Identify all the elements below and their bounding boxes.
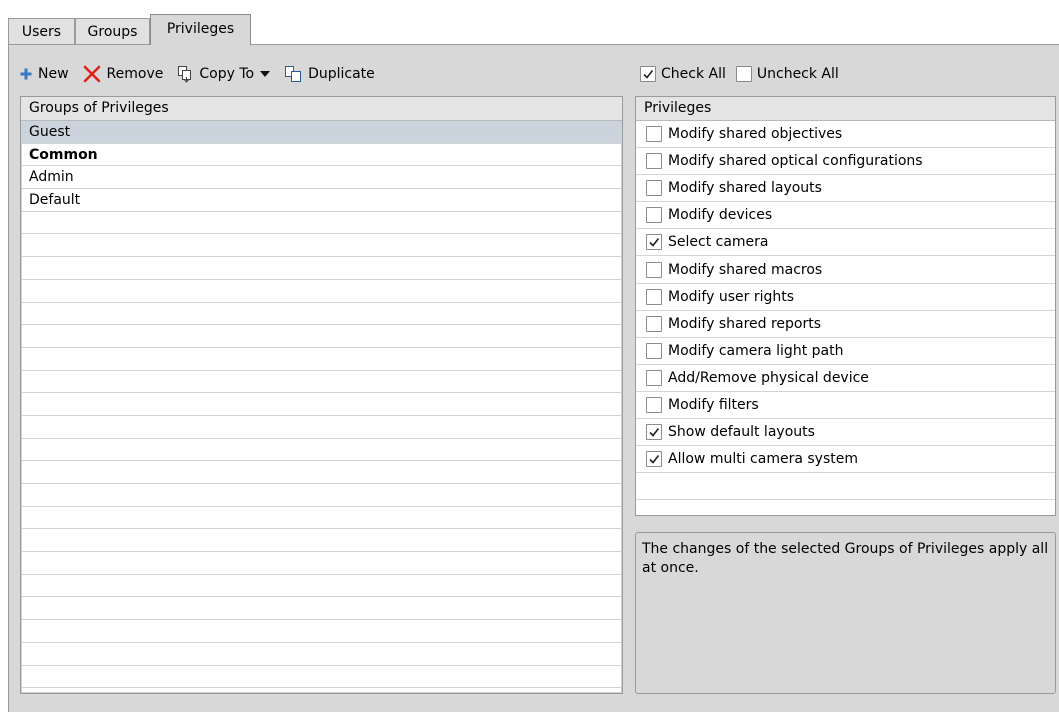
plus-icon [20,68,32,80]
privilege-row[interactable]: Modify filters [636,392,1055,420]
empty-row [21,325,622,348]
privilege-label: Select camera [668,234,769,251]
privilege-row[interactable]: Modify camera light path [636,338,1055,365]
group-row[interactable]: Admin [21,166,622,190]
empty-row [21,529,622,553]
remove-x-icon [83,65,101,83]
privilege-label: Modify shared macros [668,261,823,278]
privilege-checkbox[interactable] [646,315,662,332]
privilege-row[interactable]: Add/Remove physical device [636,365,1055,392]
privileges-list-rows: Modify shared objectives Modify shared op… [636,121,1055,501]
privilege-checkbox[interactable] [646,396,662,413]
empty-row [21,597,622,621]
uncheck-all-checkbox[interactable]: Uncheck All [735,66,839,82]
privilege-label: Modify shared layouts [668,180,822,197]
privilege-label: Modify devices [668,207,773,224]
privilege-row[interactable]: Modify devices [636,202,1055,230]
privilege-row[interactable]: Modify user rights [636,284,1055,311]
privileges-list[interactable]: Privileges Modify shared objectives Modif… [635,96,1056,516]
privilege-label: Modify shared objectives [668,126,843,143]
empty-row [21,484,622,507]
privilege-row[interactable]: Modify shared optical configurations [636,148,1055,176]
empty-row [21,552,622,575]
check-all-label: Check All [661,66,726,82]
privilege-row[interactable]: Modify shared macros [636,256,1055,284]
empty-row [21,348,622,371]
privilege-checkbox[interactable] [646,234,662,251]
privilege-label: Modify user rights [668,288,795,305]
privilege-checkbox[interactable] [646,207,662,224]
new-button-label: New [38,66,69,82]
privilege-row[interactable]: Modify shared layouts [636,175,1055,203]
group-row[interactable]: Guest [21,121,622,144]
privilege-row[interactable]: Modify shared objectives [636,121,1055,149]
empty-row [21,688,622,693]
privilege-row[interactable]: Modify shared reports [636,311,1055,338]
privilege-checkbox[interactable] [646,451,662,468]
dropdown-arrow-icon [260,71,271,77]
check-bar: Check All Uncheck All [640,63,849,85]
groups-of-privileges-list[interactable]: Groups of Privileges Guest Common Admin Def… [20,96,623,694]
tab-privileges[interactable]: Privileges [150,14,251,45]
group-row[interactable]: Default [21,189,622,212]
empty-row [21,234,622,258]
uncheck-all-box[interactable] [735,66,752,82]
empty-row [21,666,622,689]
empty-row [21,393,622,416]
groups-list-header[interactable]: Groups of Privileges [21,97,622,121]
empty-row [636,473,1055,501]
description-box: The changes of the selected Groups of Pr… [635,532,1056,694]
privilege-label: Add/Remove physical device [668,369,869,386]
empty-row [21,212,622,235]
remove-button[interactable]: Remove [83,65,164,83]
new-button[interactable]: New [20,66,69,82]
empty-row [21,303,622,326]
duplicate-button-label: Duplicate [308,66,375,82]
privilege-label: Modify camera light path [668,342,844,359]
empty-row [21,575,622,598]
privilege-label: Allow multi camera system [668,451,858,468]
privilege-label: Modify filters [668,396,759,413]
duplicate-icon [284,65,302,83]
copy-to-button-label: Copy To [199,66,255,82]
privilege-row[interactable]: Allow multi camera system [636,446,1055,474]
privilege-label: Show default layouts [668,424,815,441]
privilege-checkbox[interactable] [646,342,662,359]
toolbar: New Remove Copy To Duplicate [20,63,389,85]
privilege-label: Modify shared optical configurations [668,153,923,170]
remove-button-label: Remove [106,66,164,82]
privileges-list-header[interactable]: Privileges [636,97,1055,121]
empty-row [21,257,622,280]
empty-row [21,507,622,530]
privilege-checkbox[interactable] [646,288,662,305]
privilege-checkbox[interactable] [646,153,662,170]
privilege-row[interactable]: Select camera [636,229,1055,257]
privilege-checkbox[interactable] [646,126,662,143]
check-all-box[interactable] [640,66,656,82]
tab-users[interactable]: Users [8,18,75,44]
empty-row [21,280,622,303]
group-row[interactable]: Common [21,144,622,167]
privilege-checkbox[interactable] [646,369,662,386]
groups-list-rows: Guest Common Admin Default [21,121,622,693]
privilege-checkbox[interactable] [646,180,662,197]
privilege-checkbox[interactable] [646,261,662,278]
empty-row [21,439,622,462]
check-all-checkbox[interactable]: Check All [640,66,726,82]
privilege-label: Modify shared reports [668,315,822,332]
privilege-row[interactable]: Show default layouts [636,419,1055,447]
uncheck-all-label: Uncheck All [756,66,839,82]
empty-row [21,461,622,484]
duplicate-button[interactable]: Duplicate [284,65,375,83]
copy-to-icon [177,65,193,83]
privilege-checkbox[interactable] [646,424,662,441]
tab-groups[interactable]: Groups [75,18,150,44]
copy-to-button[interactable]: Copy To [177,65,271,83]
empty-row [21,620,622,643]
empty-row [21,416,622,439]
empty-row [21,643,622,666]
empty-row [21,371,622,394]
